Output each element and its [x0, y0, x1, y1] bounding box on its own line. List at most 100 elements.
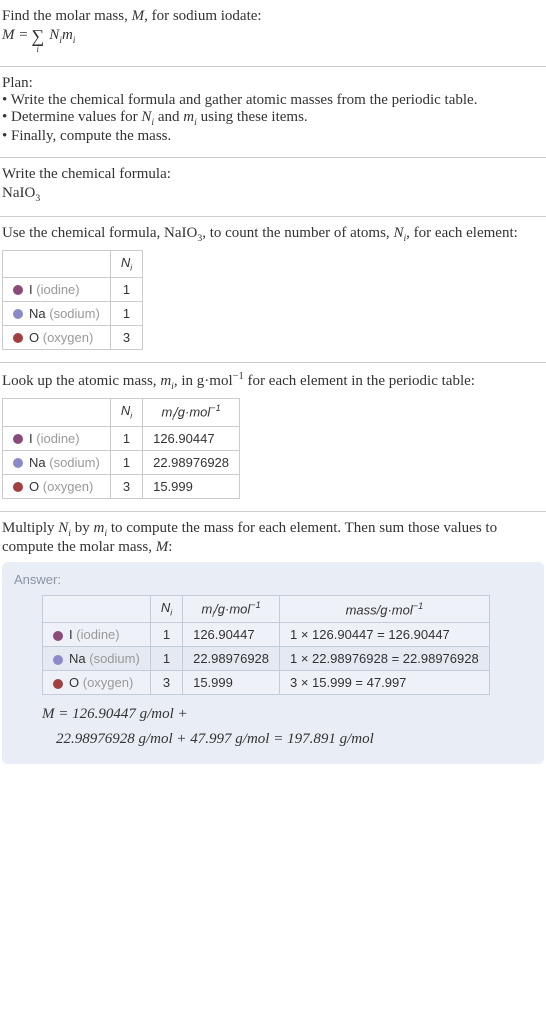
element-symbol: Na — [69, 651, 86, 666]
mi-sym: m — [62, 27, 73, 43]
element-name: (sodium) — [89, 651, 140, 666]
chemical-formula: NaIO3 — [2, 185, 544, 204]
final-d: : — [168, 539, 172, 555]
element-dot-icon — [13, 285, 23, 295]
hdr-Ni: Ni — [110, 251, 142, 278]
count-value: 1 — [110, 301, 142, 325]
final-mi: m — [94, 520, 105, 536]
table-row: I (iodine) 1 — [3, 277, 143, 301]
mass-a: Look up the atomic mass, — [2, 373, 160, 389]
sum-index: i — [37, 45, 40, 54]
count-value: 1 — [150, 647, 182, 671]
plan-section: Plan: • Write the chemical formula and g… — [0, 67, 546, 158]
formula-section: Write the chemical formula: NaIO3 — [0, 158, 546, 217]
final-M: M — [156, 539, 169, 555]
table-header-row: Ni — [3, 251, 143, 278]
hdr-blank — [3, 398, 111, 426]
prompt-text-b: , for sodium iodate: — [144, 8, 261, 24]
table-row: O (oxygen) 3 15.999 3 × 15.999 = 47.997 — [43, 671, 490, 695]
mass-value: 15.999 — [183, 671, 280, 695]
count-value: 3 — [150, 671, 182, 695]
element-dot-icon — [13, 333, 23, 343]
mass-mi: m — [160, 373, 171, 389]
prompt-text-a: Find the molar mass, — [2, 8, 132, 24]
chem-main: NaIO — [2, 185, 35, 201]
element-symbol: I — [29, 431, 33, 446]
count-value: 1 — [110, 277, 142, 301]
hdr-mass: mass/g·mol−1 — [280, 595, 490, 623]
element-symbol: Na — [29, 306, 46, 321]
plan-bullet-1: • Write the chemical formula and gather … — [2, 92, 544, 109]
table-row: I (iodine) 1 126.90447 1 × 126.90447 = 1… — [43, 623, 490, 647]
element-cell: Na (sodium) — [3, 301, 111, 325]
calc-value: 1 × 126.90447 = 126.90447 — [280, 623, 490, 647]
atomic-mass-section: Look up the atomic mass, mi, in g·mol−1 … — [0, 363, 546, 512]
element-dot-icon — [53, 679, 63, 689]
table-row: O (oxygen) 3 15.999 — [3, 474, 240, 498]
element-name: (iodine) — [76, 627, 119, 642]
final-para: Multiply Ni by mi to compute the mass fo… — [2, 520, 544, 556]
hdr-mi: mi/g·mol−1 — [183, 595, 280, 623]
table-header-row: Ni mi/g·mol−1 mass/g·mol−1 — [43, 595, 490, 623]
count-value: 1 — [110, 450, 142, 474]
count-value: 1 — [110, 426, 142, 450]
plan-b2-a: • Determine values for — [2, 109, 141, 125]
final-b: by — [71, 520, 94, 536]
table-row: Na (sodium) 1 — [3, 301, 143, 325]
element-symbol: O — [69, 675, 79, 690]
table-row: Na (sodium) 1 22.98976928 — [3, 450, 240, 474]
plan-b2-mi: m — [183, 109, 194, 125]
mass-value: 126.90447 — [143, 426, 240, 450]
element-name: (oxygen) — [43, 330, 94, 345]
answer-table: Ni mi/g·mol−1 mass/g·mol−1 I (iodine) 1 … — [42, 595, 490, 696]
element-cell: O (oxygen) — [3, 325, 111, 349]
element-symbol: O — [29, 479, 39, 494]
element-dot-icon — [13, 482, 23, 492]
hdr-blank — [3, 251, 111, 278]
hdr-Ni: Ni — [150, 595, 182, 623]
element-cell: I (iodine) — [3, 277, 111, 301]
element-name: (oxygen) — [83, 675, 134, 690]
mass-value: 22.98976928 — [143, 450, 240, 474]
element-cell: Na (sodium) — [43, 647, 151, 671]
table-row: I (iodine) 1 126.90447 — [3, 426, 240, 450]
sigma-icon: ∑ — [31, 27, 44, 45]
element-cell: O (oxygen) — [43, 671, 151, 695]
count-value: 3 — [110, 474, 142, 498]
atomic-mass-table: Ni mi/g·mol−1 I (iodine) 1 126.90447 Na … — [2, 398, 240, 499]
count-Ni: N — [393, 225, 403, 241]
plan-b2-mid: and — [154, 109, 183, 125]
calc-value: 3 × 15.999 = 47.997 — [280, 671, 490, 695]
element-symbol: I — [29, 282, 33, 297]
eq-rhs: Nimi — [49, 27, 75, 46]
eq-lhs: M = — [2, 27, 28, 44]
final-a: Multiply — [2, 520, 58, 536]
element-name: (sodium) — [49, 306, 100, 321]
count-a: Use the chemical formula, NaIO — [2, 225, 197, 241]
formula-label: Write the chemical formula: — [2, 166, 544, 183]
element-name: (iodine) — [36, 431, 79, 446]
molar-mass-equation: M = ∑ i Nimi — [2, 27, 544, 54]
mass-value: 22.98976928 — [183, 647, 280, 671]
calc-value: 1 × 22.98976928 = 22.98976928 — [280, 647, 490, 671]
mass-sup: −1 — [233, 371, 244, 382]
result-line-1: M = 126.90447 g/mol + — [42, 703, 532, 726]
mass-c: for each element in the periodic table: — [244, 373, 475, 389]
count-b: , to count the number of atoms, — [202, 225, 393, 241]
count-table: Ni I (iodine) 1 Na (sodium) 1 O (oxygen)… — [2, 250, 143, 350]
plan-b2-Ni: N — [141, 109, 151, 125]
final-section: Multiply Ni by mi to compute the mass fo… — [0, 512, 546, 777]
element-dot-icon — [13, 309, 23, 319]
hdr-Ni: Ni — [110, 398, 142, 426]
element-name: (sodium) — [49, 455, 100, 470]
element-cell: I (iodine) — [3, 426, 111, 450]
answer-box: Answer: Ni mi/g·mol−1 mass/g·mol−1 I (io… — [2, 562, 544, 765]
element-name: (iodine) — [36, 282, 79, 297]
element-cell: O (oxygen) — [3, 474, 111, 498]
chem-sub: 3 — [35, 193, 40, 204]
final-Ni: N — [58, 520, 68, 536]
prompt-section: Find the molar mass, M, for sodium iodat… — [0, 0, 546, 67]
element-symbol: O — [29, 330, 39, 345]
plan-bullet-2: • Determine values for Ni and mi using t… — [2, 109, 544, 128]
sum-symbol: ∑ i — [31, 27, 44, 54]
